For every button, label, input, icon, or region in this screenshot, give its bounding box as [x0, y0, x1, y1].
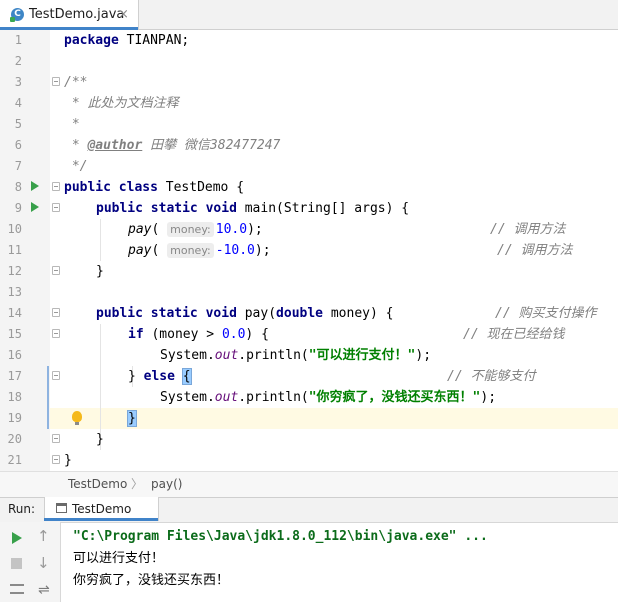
code-line-10: pay( money: 10.0); [128, 222, 263, 237]
line-number: 6 [14, 138, 22, 152]
run-label: Run: [8, 502, 36, 516]
code-line-20: } [96, 432, 104, 447]
run-main-icon[interactable] [31, 202, 39, 212]
code-line-4: * 此处为文档注释 [64, 96, 179, 111]
fold-marker[interactable] [52, 434, 60, 443]
console-output-line: 你穷疯了，没钱还买东西！ [73, 573, 230, 588]
line-number: 15 [7, 327, 22, 341]
line-number: 18 [7, 390, 22, 404]
line-number: 21 [7, 453, 22, 467]
line-number: 19 [7, 411, 22, 425]
change-marker [47, 366, 49, 429]
line-number-gutter: 1 2 3 4 5 6 7 8 9 10 11 12 13 14 15 16 1… [0, 30, 50, 471]
line-number: 2 [14, 54, 22, 68]
run-tab-label[interactable]: TestDemo [72, 502, 131, 517]
fold-marker[interactable] [52, 308, 60, 317]
code-line-14: public static void pay(double money) { [96, 306, 394, 321]
layout-icon[interactable] [10, 584, 24, 594]
breadcrumb-class[interactable]: TestDemo [68, 476, 127, 492]
parameter-hint: money: [167, 222, 214, 237]
line-number: 3 [14, 75, 22, 89]
code-line-17: } else { [128, 368, 192, 385]
line-number: 12 [7, 264, 22, 278]
code-line-15: if (money > 0.0) { [128, 327, 269, 342]
up-arrow-icon[interactable]: ↑ [37, 526, 50, 546]
indent-guide [100, 219, 101, 261]
matched-brace: } [127, 410, 137, 427]
code-comment: // 购买支付操作 [495, 306, 597, 321]
lightbulb-icon[interactable] [72, 411, 82, 425]
code-line-16: System.out.println("可以进行支付！"); [160, 348, 432, 363]
code-line-12: } [96, 264, 104, 279]
line-number: 10 [7, 222, 22, 236]
code-comment: // 不能够支付 [447, 369, 536, 384]
line-number: 11 [7, 243, 22, 257]
code-line-3: /** [64, 75, 88, 90]
soft-wrap-icon[interactable]: ⇌ [38, 580, 50, 600]
close-icon[interactable]: × [118, 7, 129, 23]
console-command-line: "C:\Program Files\Java\jdk1.8.0_112\bin\… [73, 529, 488, 544]
line-number: 20 [7, 432, 22, 446]
fold-marker[interactable] [52, 329, 60, 338]
fold-marker[interactable] [52, 182, 60, 191]
fold-marker[interactable] [52, 266, 60, 275]
active-tab-indicator [44, 518, 158, 521]
code-line-19: } [127, 408, 137, 429]
console-output-line: 可以进行支付！ [73, 551, 165, 566]
code-line-7: */ [64, 159, 88, 174]
console-icon [56, 503, 67, 513]
code-line-8: public class TestDemo { [64, 180, 245, 195]
code-comment: // 调用方法 [490, 222, 566, 237]
line-number: 16 [7, 348, 22, 362]
fold-marker[interactable] [52, 77, 60, 86]
breadcrumb-separator: 〉 [131, 477, 144, 491]
class-icon: C [10, 8, 24, 22]
code-line-9: public static void main(String[] args) { [96, 201, 410, 216]
code-line-21: } [64, 453, 72, 468]
line-number: 9 [14, 201, 22, 215]
line-number: 7 [14, 159, 22, 173]
breadcrumb-method[interactable]: pay() [151, 476, 182, 492]
code-line-1: package TIANPAN; [64, 33, 190, 48]
down-arrow-icon[interactable]: ↓ [37, 553, 50, 573]
fold-marker[interactable] [52, 371, 60, 380]
fold-marker[interactable] [52, 455, 60, 464]
line-number: 17 [7, 369, 22, 383]
matched-brace: { [181, 368, 192, 385]
code-line-11: pay( money: -10.0); [128, 243, 271, 258]
code-editor[interactable]: 1 2 3 4 5 6 7 8 9 10 11 12 13 14 15 16 1… [0, 30, 618, 471]
code-line-5: * [64, 117, 80, 132]
line-number: 1 [14, 33, 22, 47]
line-number: 5 [14, 117, 22, 131]
line-number: 4 [14, 96, 22, 110]
line-number: 13 [7, 285, 22, 299]
code-comment: // 调用方法 [497, 243, 573, 258]
line-number: 14 [7, 306, 22, 320]
run-class-icon[interactable] [31, 181, 39, 191]
code-line-6: * @author 田攀 微信382477247 [64, 138, 281, 153]
code-comment: // 现在已经给钱 [463, 327, 565, 342]
fold-marker[interactable] [52, 203, 60, 212]
rerun-icon[interactable] [12, 532, 22, 544]
tab-label[interactable]: TestDemo.java [29, 7, 124, 23]
code-line-18: System.out.println("你穷疯了，没钱还买东西！"); [160, 390, 497, 405]
line-number: 8 [14, 180, 22, 194]
stop-icon[interactable] [11, 558, 22, 569]
parameter-hint: money: [167, 243, 214, 258]
